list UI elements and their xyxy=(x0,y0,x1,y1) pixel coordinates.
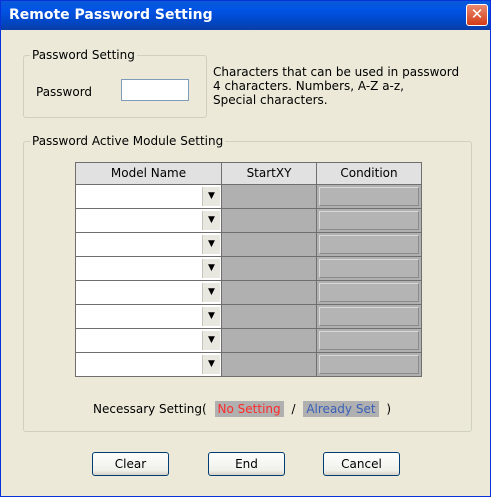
hint-line: 4 characters. Numbers, A-Z a-z, xyxy=(213,79,404,93)
password-label: Password xyxy=(36,85,93,99)
dropdown-arrow-icon[interactable]: ▼ xyxy=(202,259,220,278)
table-row: ▼ xyxy=(75,257,422,281)
grid-header: Model Name StartXY Condition xyxy=(75,162,422,185)
clear-button[interactable]: Clear xyxy=(92,452,169,476)
password-input[interactable] xyxy=(121,79,189,101)
table-row: ▼ xyxy=(75,281,422,305)
condition-button[interactable] xyxy=(319,283,419,302)
startxy-cell xyxy=(222,233,317,257)
column-header-model-name: Model Name xyxy=(75,162,222,185)
startxy-cell xyxy=(222,329,317,353)
table-row: ▼ xyxy=(75,233,422,257)
condition-button[interactable] xyxy=(319,355,419,374)
table-row: ▼ xyxy=(75,329,422,353)
dropdown-arrow-icon[interactable]: ▼ xyxy=(202,307,220,326)
hint-line: Special characters. xyxy=(213,93,328,107)
dropdown-arrow-icon[interactable]: ▼ xyxy=(202,211,220,230)
condition-cell xyxy=(317,257,422,281)
condition-cell xyxy=(317,209,422,233)
hint-line: Characters that can be used in password xyxy=(213,65,460,79)
condition-button[interactable] xyxy=(319,259,419,278)
condition-cell xyxy=(317,281,422,305)
necessary-setting-legend: Necessary Setting( No Setting / Already … xyxy=(93,401,395,417)
model-name-select[interactable]: ▼ xyxy=(75,185,222,209)
model-name-select[interactable]: ▼ xyxy=(75,209,222,233)
remote-password-dialog: Remote Password Setting ✕ Password Setti… xyxy=(0,0,491,497)
title-bar: Remote Password Setting ✕ xyxy=(1,1,490,30)
module-grid: Model Name StartXY Condition ▼ ▼ ▼ ▼ ▼ ▼ ▼ ▼ xyxy=(75,162,422,377)
condition-cell xyxy=(317,233,422,257)
model-name-select[interactable]: ▼ xyxy=(75,257,222,281)
condition-cell xyxy=(317,329,422,353)
model-name-select[interactable]: ▼ xyxy=(75,233,222,257)
table-row: ▼ xyxy=(75,185,422,209)
necessary-setting-suffix: ) xyxy=(386,402,392,416)
condition-cell xyxy=(317,305,422,329)
dropdown-arrow-icon[interactable]: ▼ xyxy=(202,355,220,374)
table-row: ▼ xyxy=(75,353,422,377)
condition-cell xyxy=(317,353,422,377)
startxy-cell xyxy=(222,185,317,209)
password-setting-legend: Password Setting xyxy=(32,48,135,62)
startxy-cell xyxy=(222,353,317,377)
model-name-select[interactable]: ▼ xyxy=(75,305,222,329)
model-name-select[interactable]: ▼ xyxy=(75,281,222,305)
startxy-cell xyxy=(222,281,317,305)
dropdown-arrow-icon[interactable]: ▼ xyxy=(202,187,220,206)
grid-body: ▼ ▼ ▼ ▼ ▼ ▼ ▼ ▼ xyxy=(75,185,422,377)
startxy-cell xyxy=(222,257,317,281)
module-setting-legend: Password Active Module Setting xyxy=(32,134,224,148)
window-title: Remote Password Setting xyxy=(9,7,213,23)
cancel-button[interactable]: Cancel xyxy=(323,452,400,476)
condition-cell xyxy=(317,185,422,209)
no-setting-swatch: No Setting xyxy=(214,401,284,417)
column-header-condition: Condition xyxy=(317,162,422,185)
condition-button[interactable] xyxy=(319,331,419,350)
model-name-select[interactable]: ▼ xyxy=(75,353,222,377)
end-button[interactable]: End xyxy=(208,452,285,476)
condition-button[interactable] xyxy=(319,187,419,206)
condition-button[interactable] xyxy=(319,307,419,326)
startxy-cell xyxy=(222,209,317,233)
table-row: ▼ xyxy=(75,209,422,233)
close-icon: ✕ xyxy=(470,5,484,23)
condition-button[interactable] xyxy=(319,235,419,254)
startxy-cell xyxy=(222,305,317,329)
dropdown-arrow-icon[interactable]: ▼ xyxy=(202,235,220,254)
condition-button[interactable] xyxy=(319,211,419,230)
table-row: ▼ xyxy=(75,305,422,329)
close-button[interactable]: ✕ xyxy=(466,4,488,26)
dropdown-arrow-icon[interactable]: ▼ xyxy=(202,331,220,350)
password-hint: Characters that can be used in password … xyxy=(213,65,483,107)
model-name-select[interactable]: ▼ xyxy=(75,329,222,353)
dropdown-arrow-icon[interactable]: ▼ xyxy=(202,283,220,302)
necessary-setting-prefix: Necessary Setting( xyxy=(93,402,207,416)
column-header-startxy: StartXY xyxy=(222,162,317,185)
legend-separator: / xyxy=(291,402,296,416)
already-set-swatch: Already Set xyxy=(303,401,379,417)
